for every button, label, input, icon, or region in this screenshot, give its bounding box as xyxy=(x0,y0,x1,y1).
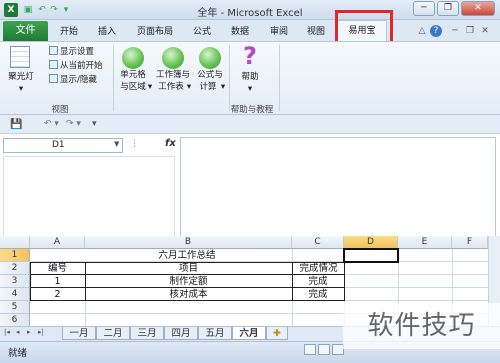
workbook-label-1[interactable]: 工作簿与 xyxy=(152,70,194,81)
sheet-tab-jun[interactable]: 六月 xyxy=(232,327,266,340)
show-hide-icon xyxy=(49,74,58,83)
help-icon[interactable]: ? xyxy=(430,25,442,37)
name-box-dropdown-icon[interactable]: ▼ xyxy=(114,140,119,148)
formula-label-1[interactable]: 公式与 xyxy=(193,70,227,81)
insert-sheet-icon[interactable]: ✚ xyxy=(266,327,288,340)
row-header-1[interactable]: 1 xyxy=(0,249,30,262)
workbook-dropdown-icon[interactable]: ▾ xyxy=(185,82,193,93)
status-text: 就绪 xyxy=(8,348,28,359)
sheet-tab-jan[interactable]: 一月 xyxy=(62,327,96,340)
name-box[interactable]: D1 xyxy=(3,138,123,153)
normal-view-icon[interactable] xyxy=(304,344,316,355)
tab-insert[interactable]: 插入 xyxy=(98,24,116,37)
column-header-a[interactable]: A xyxy=(30,236,85,249)
cell-region-icon xyxy=(122,47,144,69)
tab-home[interactable]: 开始 xyxy=(60,24,78,37)
settings-icon xyxy=(49,46,58,55)
cell-a4[interactable]: 2 xyxy=(30,288,85,301)
doc-close-icon[interactable]: ✕ xyxy=(479,25,491,37)
tab-file[interactable]: 文件 xyxy=(3,21,48,41)
show-settings-button[interactable]: 显示设置 xyxy=(49,46,94,57)
cell-b4[interactable]: 核对成本 xyxy=(85,288,292,301)
sheet-tab-feb[interactable]: 二月 xyxy=(96,327,130,340)
checkbox-icon xyxy=(49,60,58,69)
next-sheet-icon[interactable]: ▸ xyxy=(27,328,31,336)
restore-button[interactable]: ❐ xyxy=(437,1,459,16)
qat-customize-icon[interactable]: ▾ xyxy=(92,119,97,129)
doc-restore-icon[interactable]: ❐ xyxy=(464,25,476,37)
spotlight-icon[interactable] xyxy=(10,46,30,68)
column-header-c[interactable]: C xyxy=(292,236,344,249)
close-button[interactable]: ✕ xyxy=(461,1,495,16)
help-dropdown-icon[interactable]: ▾ xyxy=(232,84,268,95)
cell-region-label-1[interactable]: 单元格 xyxy=(114,70,152,81)
sheet-tab-mar[interactable]: 三月 xyxy=(130,327,164,340)
tab-view[interactable]: 视图 xyxy=(307,24,325,37)
active-cell-d1[interactable] xyxy=(343,248,399,263)
show-hide-button[interactable]: 显示/隐藏 xyxy=(49,74,97,85)
minimize-ribbon-icon[interactable]: △ xyxy=(416,25,428,37)
spotlight-button-label[interactable]: 聚光灯 xyxy=(4,72,38,83)
first-sheet-icon[interactable]: |◂ xyxy=(4,328,10,336)
column-header-e[interactable]: E xyxy=(398,236,452,249)
formula-input[interactable] xyxy=(180,137,496,241)
doc-minimize-icon[interactable]: ─ xyxy=(449,25,461,37)
cell-c4[interactable]: 完成 xyxy=(292,288,344,301)
cell-c2[interactable]: 完成情况 xyxy=(292,262,345,275)
minimize-button[interactable]: ─ xyxy=(413,1,435,16)
cell-a3[interactable]: 1 xyxy=(30,275,85,288)
sheet-tab-may[interactable]: 五月 xyxy=(198,327,232,340)
group-separator xyxy=(229,45,230,111)
column-header-b[interactable]: B xyxy=(85,236,292,249)
select-all-corner[interactable] xyxy=(0,236,30,249)
tab-page-layout[interactable]: 页面布局 xyxy=(137,24,173,37)
cell-c3[interactable]: 完成 xyxy=(292,275,344,288)
tab-formulas[interactable]: 公式 xyxy=(193,24,211,37)
row-header-4[interactable]: 4 xyxy=(0,288,30,301)
from-current-button[interactable]: 从当前开始 xyxy=(49,60,103,71)
row-header-2[interactable]: 2 xyxy=(0,262,30,275)
qat-save-icon[interactable]: 💾 xyxy=(10,119,22,130)
spotlight-dropdown-icon[interactable]: ▾ xyxy=(4,84,38,95)
formula-dropdown-icon[interactable]: ▾ xyxy=(219,82,227,93)
group-label-view: 视图 xyxy=(51,105,69,115)
formula-bar-dots-icon: ⋮ xyxy=(130,139,139,149)
formula-bar-panel xyxy=(3,156,175,240)
row-header-5[interactable]: 5 xyxy=(0,301,30,314)
cell-a2[interactable]: 编号 xyxy=(30,262,85,275)
from-current-label: 从当前开始 xyxy=(60,61,103,71)
group-separator xyxy=(279,45,280,111)
row-header-3[interactable]: 3 xyxy=(0,275,30,288)
workbook-icon xyxy=(162,47,184,69)
insert-function-icon[interactable]: fx xyxy=(165,138,176,149)
qat-redo-icon[interactable]: ↷ ▾ xyxy=(66,119,81,129)
tab-data[interactable]: 数据 xyxy=(231,24,249,37)
group-label-help: 帮助与教程 xyxy=(230,105,274,115)
show-settings-label: 显示设置 xyxy=(60,47,95,57)
formula-calc-icon xyxy=(199,47,221,69)
cell-b1[interactable]: 六月工作总结 xyxy=(30,249,344,262)
page-layout-view-icon[interactable] xyxy=(318,344,330,355)
help-button-label[interactable]: 帮助 xyxy=(232,72,268,83)
qat-undo-icon[interactable]: ↶ ▾ xyxy=(44,119,59,129)
cell-b3[interactable]: 制作定额 xyxy=(85,275,292,288)
column-header-f[interactable]: F xyxy=(452,236,488,249)
prev-sheet-icon[interactable]: ◂ xyxy=(16,328,20,336)
help-question-icon[interactable]: ? xyxy=(239,42,261,70)
tab-review[interactable]: 审阅 xyxy=(270,24,288,37)
watermark: 软件技巧 xyxy=(343,303,500,349)
cell-b2[interactable]: 项目 xyxy=(85,262,292,275)
highlight-box xyxy=(335,10,393,44)
last-sheet-icon[interactable]: ▸| xyxy=(38,328,44,336)
show-hide-label: 显示/隐藏 xyxy=(60,75,97,85)
sheet-tab-apr[interactable]: 四月 xyxy=(164,327,198,340)
